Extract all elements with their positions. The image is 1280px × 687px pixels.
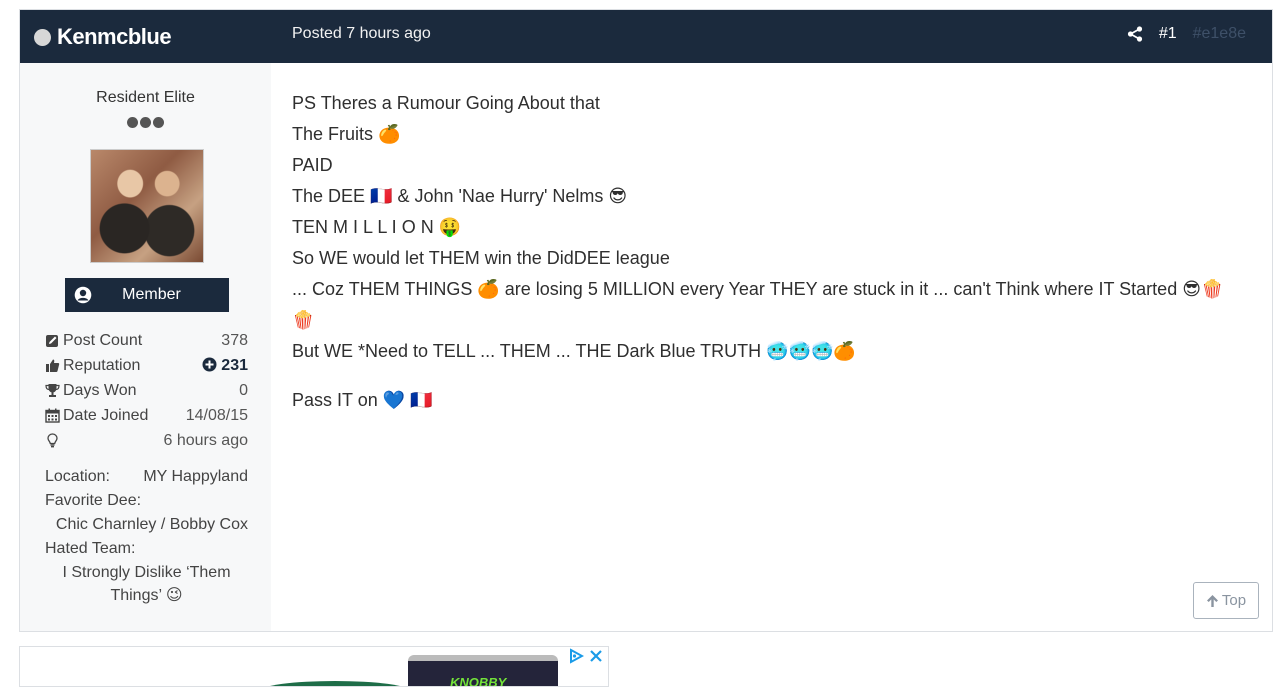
rank-pips-icon — [20, 115, 271, 133]
custom-profile-fields: Location: MY Happyland Favorite Dee: Chi… — [45, 464, 248, 607]
trophy-icon — [45, 384, 60, 397]
stat-value: 0 — [239, 381, 248, 399]
reputation-value[interactable]: 231 — [202, 357, 248, 375]
content-line: ... Coz THEM THINGS 🍊 are losing 5 MILLI… — [292, 279, 1224, 299]
content-line: The DEE 🇫🇷 & John 'Nae Hurry' Nelms 😎 — [292, 186, 628, 206]
author-name-link[interactable]: Kenmcblue — [34, 23, 172, 51]
member-rank: Resident Elite — [96, 89, 195, 106]
ad-image — [260, 681, 410, 686]
post-content: PS Theres a Rumour Going About that The … — [292, 88, 1252, 416]
post-timestamp[interactable]: Posted 7 hours ago — [292, 25, 431, 43]
stat-days-won: Days Won 0 — [45, 378, 248, 403]
offline-status-icon — [34, 28, 51, 46]
hated-team-value: I Strongly Dislike ‘Them Things’ 😉 — [62, 564, 231, 604]
thumbs-up-icon — [46, 359, 60, 372]
post-hex-label: #e1e8e — [1192, 25, 1246, 42]
adchoices-icon[interactable] — [568, 648, 584, 664]
stat-value: 378 — [221, 331, 248, 349]
ad-product-image: KNOBBY — [408, 655, 558, 686]
stat-date-joined: Date Joined 14/08/15 — [45, 403, 248, 428]
post-number-link[interactable]: #1 — [1159, 25, 1177, 43]
stat-value: 6 hours ago — [163, 431, 248, 449]
content-line: PS Theres a Rumour Going About that — [292, 93, 600, 113]
member-group-label: Member — [122, 286, 181, 303]
close-ad-icon[interactable] — [588, 648, 604, 664]
favorite-dee-value: Chic Charnley / Bobby Cox — [55, 516, 248, 533]
stat-last-visited: 6 hours ago — [45, 428, 248, 453]
stat-post-count: Post Count 378 — [45, 328, 248, 353]
avatar[interactable] — [90, 149, 204, 263]
user-circle-icon — [74, 286, 92, 304]
content-line: So WE would let THEM win the DidDEE leag… — [292, 248, 670, 268]
member-group-badge: Member — [65, 278, 229, 312]
location-label: Location: — [45, 467, 110, 485]
author-name: Kenmcblue — [57, 24, 172, 49]
content-line: PAID — [292, 155, 333, 175]
favorite-dee-label: Favorite Dee: — [45, 492, 142, 509]
arrow-up-icon — [1206, 594, 1218, 607]
content-line: But WE *Need to TELL ... THEM ... THE Da… — [292, 341, 856, 361]
plus-circle-icon — [202, 357, 217, 371]
share-icon[interactable] — [1127, 26, 1143, 42]
content-closing-line: Pass IT on 💙 🇫🇷 — [292, 390, 433, 410]
back-to-top-button[interactable]: Top — [1193, 582, 1259, 619]
author-stats: Post Count 378 Reputation 231 Days Won 0… — [45, 328, 248, 453]
content-line: 🍿 — [292, 310, 315, 330]
calendar-icon — [45, 408, 60, 423]
hated-team-label: Hated Team: — [45, 540, 136, 557]
post-header: Kenmcblue Posted 7 hours ago #1 #e1e8e — [20, 10, 1272, 63]
forum-post: Kenmcblue Posted 7 hours ago #1 #e1e8e R… — [19, 9, 1273, 632]
location-value: MY Happyland — [143, 467, 248, 485]
pencil-square-icon — [46, 335, 58, 347]
author-sidebar: Resident Elite Member Post Count 378 Rep… — [20, 63, 271, 631]
stat-reputation: Reputation 231 — [45, 353, 248, 378]
lightbulb-icon — [47, 433, 58, 448]
advertisement-banner[interactable]: KNOBBY — [19, 646, 609, 687]
stat-value: 14/08/15 — [185, 406, 248, 424]
content-line: TEN M I L L I O N 🤑 — [292, 217, 462, 237]
content-line: The Fruits 🍊 — [292, 124, 401, 144]
